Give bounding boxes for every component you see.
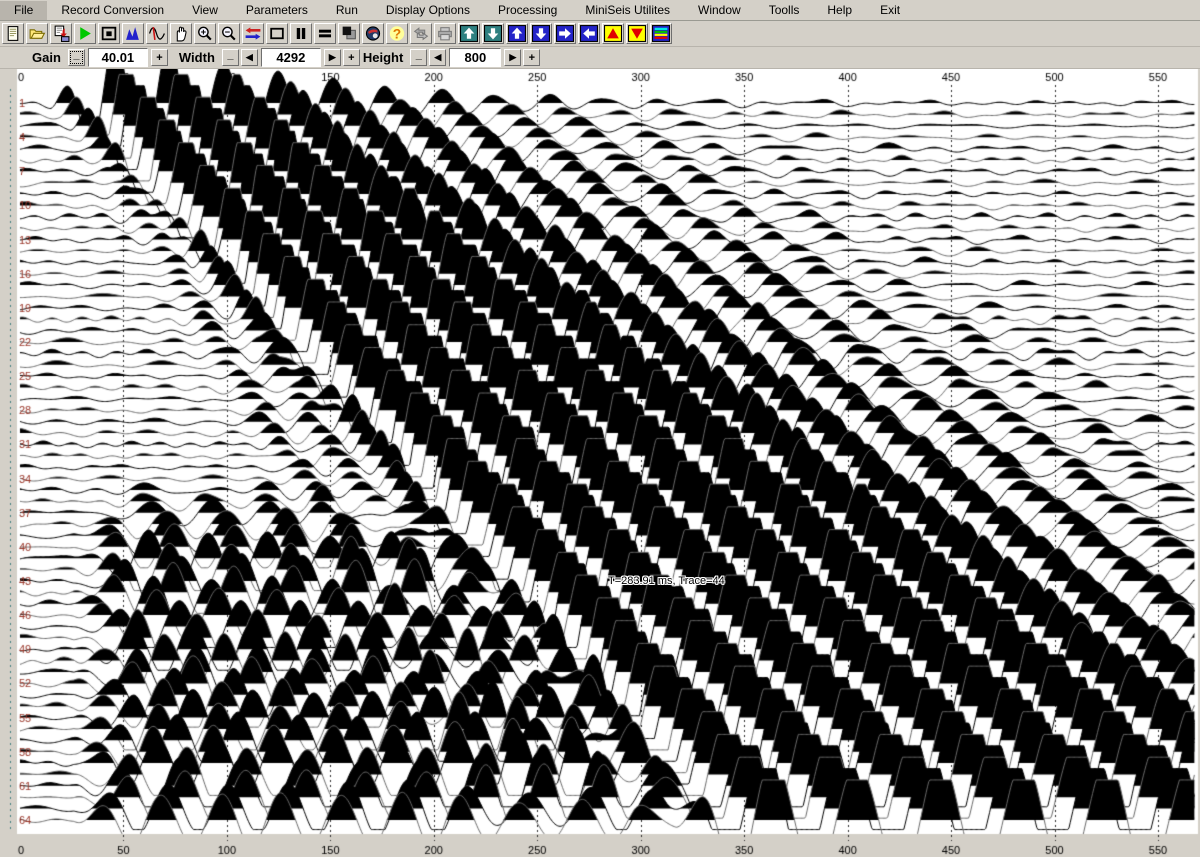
shift-up-teal-button[interactable] [458, 23, 480, 44]
wiggle-trace-button[interactable] [146, 23, 168, 44]
flatten-bars-button[interactable] [314, 23, 336, 44]
height-plus-button[interactable]: + [523, 49, 540, 66]
height-minus-button[interactable]: _ [410, 49, 427, 66]
move-up-icon [508, 25, 526, 42]
svg-text:?: ? [393, 26, 401, 41]
run-button[interactable] [74, 23, 96, 44]
gain-up-icon [604, 25, 622, 42]
refresh-disabled-icon [412, 25, 430, 42]
color-scale-icon [652, 25, 670, 42]
menu-parameters[interactable]: Parameters [232, 1, 322, 20]
move-left-icon [580, 25, 598, 42]
zoom-in-button[interactable] [194, 23, 216, 44]
gain-down-button[interactable] [626, 23, 648, 44]
menu-help[interactable]: Help [813, 1, 866, 20]
width-prev-button[interactable]: ◀ [241, 49, 258, 66]
shift-up-teal-icon [460, 25, 478, 42]
menu-record-conversion[interactable]: Record Conversion [47, 1, 178, 20]
menu-display-options[interactable]: Display Options [372, 1, 484, 20]
world-view-icon [364, 25, 382, 42]
gain-plus-button[interactable]: + [151, 49, 168, 66]
stop-icon [100, 25, 118, 42]
help-button[interactable]: ? [386, 23, 408, 44]
swap-polarity-icon [244, 25, 262, 42]
height-value[interactable]: 800 [449, 48, 501, 67]
print-disabled-icon [436, 25, 454, 42]
save-convert-button[interactable] [50, 23, 72, 44]
zoom-out-icon [220, 25, 238, 42]
save-convert-icon [52, 25, 70, 42]
gain-minus-button[interactable]: _ [68, 49, 85, 66]
move-right-button[interactable] [554, 23, 576, 44]
cursor-readout: T=283.91 ms, Trace=44 [608, 575, 725, 587]
run-icon [76, 25, 94, 42]
stop-button[interactable] [98, 23, 120, 44]
plot-region: T=283.91 ms, Trace=44 [0, 69, 1200, 857]
refresh-disabled-button[interactable] [410, 23, 432, 44]
move-down-icon [532, 25, 550, 42]
toolbar: ? [0, 21, 1200, 47]
shift-down-teal-icon [484, 25, 502, 42]
pause-button[interactable] [290, 23, 312, 44]
gain-value[interactable]: 40.01 [88, 48, 148, 67]
move-left-button[interactable] [578, 23, 600, 44]
menu-processing[interactable]: Processing [484, 1, 571, 20]
move-up-button[interactable] [506, 23, 528, 44]
shift-down-teal-button[interactable] [482, 23, 504, 44]
rectangle-select-button[interactable] [266, 23, 288, 44]
menu-file[interactable]: File [0, 1, 47, 20]
menu-window[interactable]: Window [684, 1, 755, 20]
menu-view[interactable]: View [178, 1, 232, 20]
gain-down-icon [628, 25, 646, 42]
rectangle-select-icon [268, 25, 286, 42]
amplitude-histogram-button[interactable] [122, 23, 144, 44]
new-file-icon [4, 25, 22, 42]
pan-hand-button[interactable] [170, 23, 192, 44]
open-file-button[interactable] [26, 23, 48, 44]
wiggle-trace-icon [148, 25, 166, 42]
menu-miniseis-utilites[interactable]: MiniSeis Utilites [571, 1, 684, 20]
pause-icon [292, 25, 310, 42]
zoom-in-icon [196, 25, 214, 42]
new-file-button[interactable] [2, 23, 24, 44]
move-right-icon [556, 25, 574, 42]
color-scale-button[interactable] [650, 23, 672, 44]
width-minus-button[interactable]: _ [222, 49, 239, 66]
control-bar: Gain _ 40.01 + Width _ ◀ 4292 ▶ + Height… [0, 47, 1200, 69]
overlay-squares-button[interactable] [338, 23, 360, 44]
move-down-button[interactable] [530, 23, 552, 44]
width-value[interactable]: 4292 [261, 48, 321, 67]
menu-bar: FileRecord ConversionViewParametersRunDi… [0, 0, 1200, 21]
pan-hand-icon [172, 25, 190, 42]
overlay-squares-icon [340, 25, 358, 42]
gain-label: Gain [32, 50, 61, 65]
height-prev-button[interactable]: ◀ [429, 49, 446, 66]
help-icon: ? [388, 25, 406, 42]
width-next-button[interactable]: ▶ [324, 49, 341, 66]
height-label: Height [363, 50, 403, 65]
menu-run[interactable]: Run [322, 1, 372, 20]
open-file-icon [28, 25, 46, 42]
width-label: Width [179, 50, 215, 65]
height-next-button[interactable]: ▶ [504, 49, 521, 66]
menu-toolls[interactable]: Toolls [755, 1, 814, 20]
swap-polarity-button[interactable] [242, 23, 264, 44]
print-disabled-button[interactable] [434, 23, 456, 44]
flatten-bars-icon [316, 25, 334, 42]
world-view-button[interactable] [362, 23, 384, 44]
gain-up-button[interactable] [602, 23, 624, 44]
seismic-display[interactable] [0, 69, 1200, 857]
menu-exit[interactable]: Exit [866, 1, 914, 20]
amplitude-histogram-icon [124, 25, 142, 42]
width-plus-button[interactable]: + [343, 49, 360, 66]
zoom-out-button[interactable] [218, 23, 240, 44]
